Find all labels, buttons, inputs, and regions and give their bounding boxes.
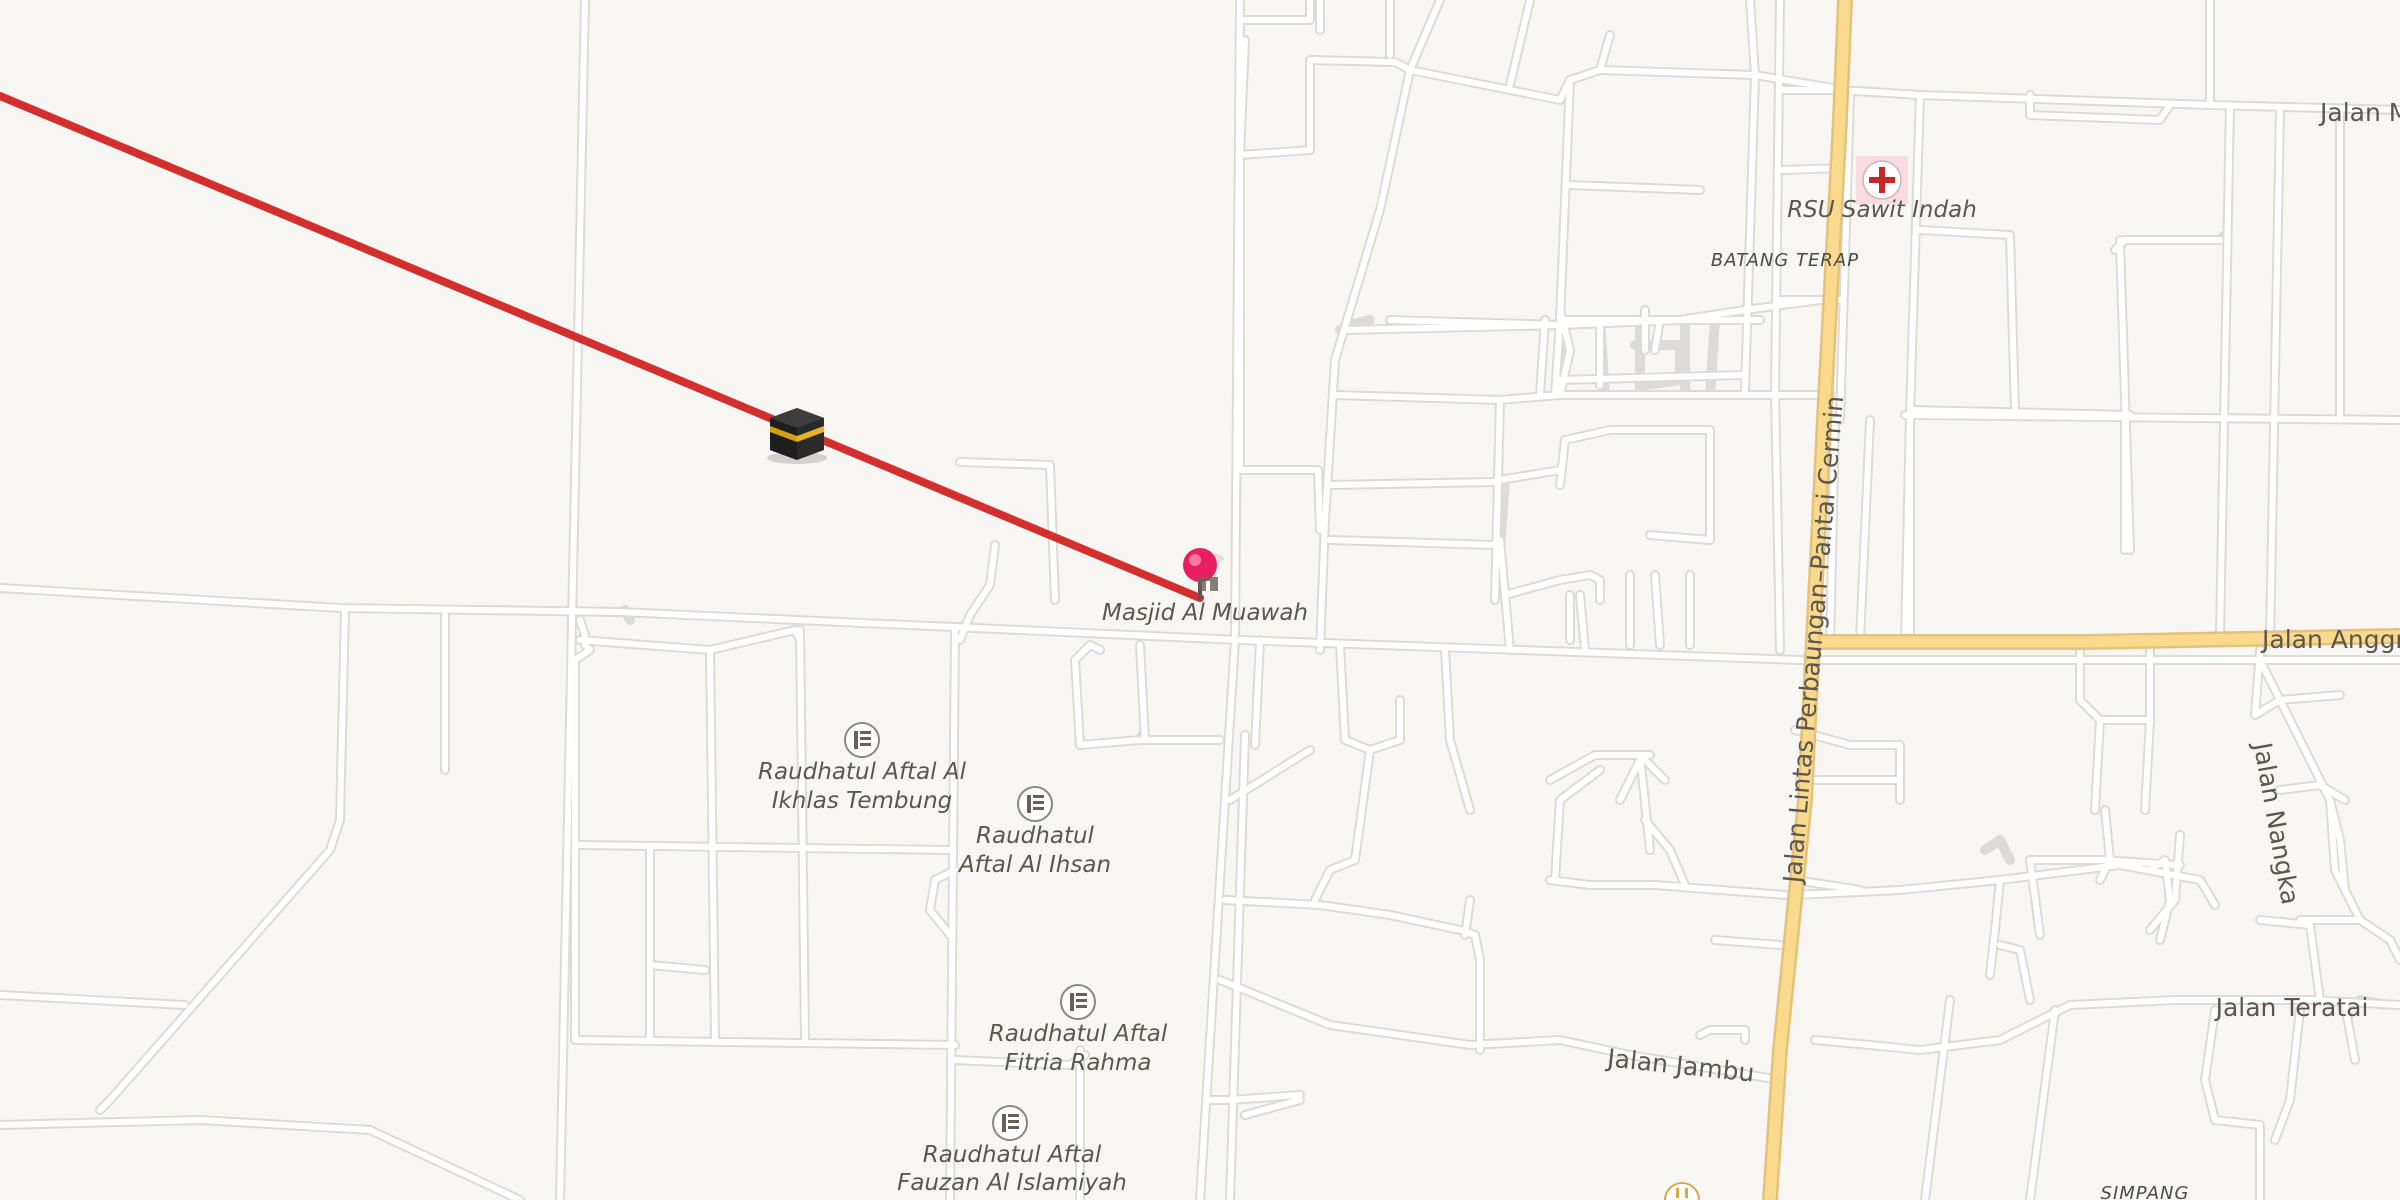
school-label-4a: Raudhatul Aftal bbox=[923, 1142, 1102, 1168]
road-label-jalan-teratai: Jalan Teratai bbox=[2214, 993, 2369, 1022]
school-label-1a: Raudhatul Aftal Al bbox=[758, 759, 967, 785]
school-icon[interactable] bbox=[992, 1105, 1028, 1141]
school-label-2a: Raudhatul bbox=[976, 823, 1095, 849]
map-canvas[interactable]: Masjid Al Muawah RSU Sawit Indah Raudhat… bbox=[0, 0, 2400, 1200]
school-label-3b: Fitria Rahma bbox=[1004, 1050, 1151, 1076]
mosque-icon bbox=[1198, 577, 1218, 591]
kaaba-icon bbox=[767, 408, 827, 464]
area-label-simpang: SIMPANG bbox=[2101, 1183, 2190, 1200]
school-label-3a: Raudhatul Aftal bbox=[989, 1021, 1168, 1047]
mosque-label: Masjid Al Muawah bbox=[1102, 600, 1308, 626]
school-label-1b: Ikhlas Tembung bbox=[772, 788, 953, 814]
school-label-4b: Fauzan Al Islamiyah bbox=[897, 1170, 1127, 1196]
school-icon[interactable] bbox=[1060, 984, 1096, 1020]
school-icon[interactable] bbox=[844, 722, 880, 758]
road-label-jalan-anggrek: Jalan Anggre bbox=[2260, 625, 2400, 654]
area-label-batang-terap: BATANG TERAP bbox=[1711, 250, 1859, 271]
road-label-jalan-m: Jalan M bbox=[2318, 98, 2400, 127]
school-icon[interactable] bbox=[1017, 786, 1053, 822]
school-label-2b: Aftal Al Ihsan bbox=[957, 852, 1111, 878]
hospital-label: RSU Sawit Indah bbox=[1787, 197, 1977, 223]
